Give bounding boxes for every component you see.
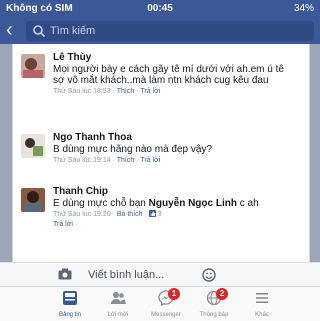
tab-notifications[interactable]: 2 Thông báo (190, 287, 238, 321)
comment-composer: Viết bình luận... (0, 262, 320, 287)
navbar: ‹ Tìm kiếm (0, 18, 320, 44)
search-input[interactable]: Tìm kiếm (26, 21, 314, 41)
avatar[interactable] (21, 54, 45, 78)
tab-label: Khác (255, 312, 269, 318)
search-placeholder: Tìm kiếm (50, 25, 96, 37)
comment-author[interactable]: Lê Thùy (53, 52, 297, 64)
comment-text: Mọi người bày e cách gãy tê mí dưới với … (53, 64, 284, 86)
comment-text-suffix: c ah (236, 198, 259, 209)
avatar[interactable] (21, 134, 45, 158)
comment-input[interactable]: Viết bình luận... (88, 269, 164, 281)
back-icon[interactable]: ‹ (6, 20, 13, 40)
like-button[interactable]: Thích (117, 88, 135, 95)
tab-label: Messenger (151, 312, 181, 318)
tab-bar: Bảng tin Lời mời 1 Messenger 2 Thông báo (0, 286, 320, 321)
friend-requests-icon (111, 292, 126, 304)
news-feed-icon (63, 291, 77, 305)
mention-link[interactable]: Nguyễn Ngọc Linh (149, 198, 237, 209)
tab-messenger[interactable]: 1 Messenger (142, 287, 190, 321)
comment-time: Thứ Sáu lúc 19:20 (53, 211, 111, 218)
background-dim-left (0, 44, 12, 262)
smiley-icon[interactable] (202, 268, 216, 282)
notification-badge: 2 (216, 288, 228, 300)
like-count: 3 (157, 211, 162, 218)
comment-text: B dùng mực hãng nào mà đẹp vậy? (53, 144, 213, 155)
search-icon (33, 25, 46, 38)
comment-meta: Thứ Sáu lúc 19:14 · Thích · Trả lời (53, 157, 161, 164)
tab-label: Bảng tin (58, 312, 82, 318)
status-bar: Không có SIM 00:45 34% (0, 0, 320, 18)
tab-more[interactable]: Khác (238, 287, 286, 321)
comment-text: E dùng mực chỗ bạn Nguyễn Ngọc Linh c ah (53, 198, 297, 209)
camera-icon[interactable] (58, 268, 72, 280)
comment-meta: Thứ Sáu lúc 19:20 · Bỏ thích · 3 Trả lời (53, 210, 162, 228)
comment-item: Thanh Chip E dùng mực chỗ bạn Nguyễn Ngọ… (21, 186, 301, 256)
comment-author[interactable]: Thanh Chip (53, 186, 297, 198)
comment-item: Ngo Thanh Thoa B dùng mực hãng nào mà đẹ… (21, 132, 301, 174)
comment-item: Lê Thùy Mọi người bày e cách gãy tê mí d… (21, 52, 301, 122)
comment-author[interactable]: Ngo Thanh Thoa (53, 132, 297, 144)
comment-time: Thứ Sáu lúc 18:53 (53, 88, 111, 95)
like-button[interactable]: Thích (117, 157, 135, 164)
reply-button[interactable]: Trả lời (53, 221, 73, 228)
tab-friend-requests[interactable]: Lời mời (94, 287, 142, 321)
thumbs-up-icon (148, 210, 156, 217)
menu-icon (256, 293, 268, 303)
battery-level: 34% (293, 3, 314, 14)
unlike-button[interactable]: Bỏ thích (117, 211, 143, 218)
tab-label: Thông báo (199, 312, 229, 318)
tab-news-feed[interactable]: Bảng tin (46, 287, 94, 321)
comment-text-prefix: E dùng mực chỗ bạn (53, 198, 149, 209)
comment-time: Thứ Sáu lúc 19:14 (53, 157, 111, 164)
clock: 00:45 (147, 3, 173, 14)
comments-panel[interactable]: Lê Thùy Mọi người bày e cách gãy tê mí d… (12, 44, 310, 263)
notification-badge: 1 (168, 288, 180, 300)
reply-button[interactable]: Trả lời (140, 157, 160, 164)
reply-button[interactable]: Trả lời (140, 88, 160, 95)
comment-meta: Thứ Sáu lúc 18:53 · Thích · Trả lời (53, 88, 161, 95)
avatar[interactable] (21, 188, 45, 212)
tab-label: Lời mời (107, 312, 129, 318)
